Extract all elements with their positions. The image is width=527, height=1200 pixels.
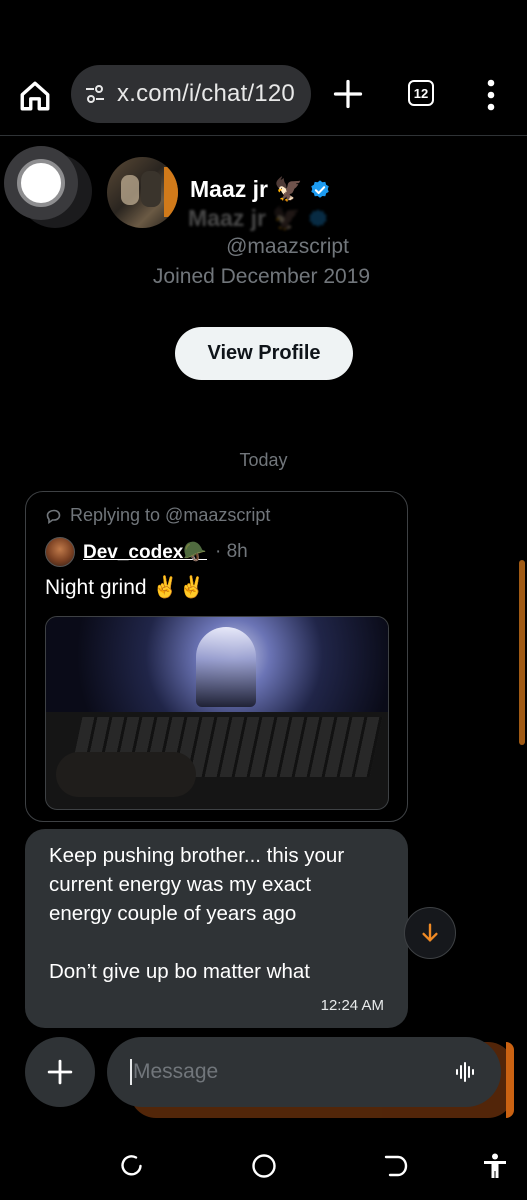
message-line: current energy was my exact [49, 873, 312, 896]
add-attachment-button[interactable] [25, 1037, 95, 1107]
verified-badge-icon [308, 208, 327, 227]
floating-bubble[interactable] [4, 146, 78, 220]
recents-icon[interactable] [118, 1152, 146, 1180]
url-text: x.com/i/chat/120 [117, 80, 295, 107]
home-circle-icon[interactable] [250, 1152, 278, 1180]
scrollbar-thumb[interactable] [519, 560, 525, 745]
verified-badge-icon [310, 179, 329, 198]
text-caret [130, 1059, 132, 1085]
message-timestamp: 12:24 AM [320, 997, 384, 1014]
post-text: Night grind ✌️✌️ [45, 576, 205, 599]
tune-icon[interactable] [83, 82, 107, 106]
message-line: Don’t give up bo matter what [49, 960, 310, 983]
accessibility-icon[interactable] [481, 1152, 509, 1180]
floating-bubble-knob [17, 159, 65, 207]
reply-bubble-icon [46, 509, 61, 524]
message-bubble[interactable]: Keep pushing brother... this your curren… [25, 829, 408, 1028]
scroll-to-bottom-button[interactable] [404, 907, 456, 959]
date-separator: Today [239, 450, 288, 470]
new-tab-plus-icon[interactable] [333, 79, 363, 109]
arrow-down-icon [422, 923, 438, 942]
more-vert-icon[interactable] [484, 79, 498, 111]
profile-display-name: Maaz jr 🦅 [190, 176, 331, 203]
profile-joined-date: Joined December 2019 [152, 265, 371, 288]
view-profile-button[interactable]: View Profile [175, 327, 353, 380]
post-image[interactable] [45, 616, 389, 810]
post-time: · 8h [215, 541, 248, 562]
post-author-avatar[interactable] [45, 537, 75, 567]
plus-icon [47, 1059, 73, 1085]
shared-post-card[interactable]: Replying to @maazscript Dev_codex🪖 · 8h … [25, 491, 408, 822]
eagle-emoji: 🦅 [273, 176, 303, 202]
replying-to-text: Replying to @maazscript [70, 505, 271, 525]
voice-wave-icon[interactable] [455, 1061, 477, 1083]
display-name-text: Maaz jr [190, 176, 268, 202]
display-name-shadow: Maaz jr 🦅 [188, 205, 329, 232]
message-input[interactable] [133, 1060, 433, 1084]
profile-handle: @maazscript [226, 235, 349, 258]
browser-toolbar: x.com/i/chat/120 12 [0, 55, 527, 136]
tab-count-button[interactable]: 12 [408, 80, 434, 106]
profile-avatar[interactable] [107, 157, 178, 228]
home-icon[interactable] [18, 79, 52, 113]
message-line: Keep pushing brother... this your [49, 844, 345, 867]
system-nav-bar [0, 1130, 527, 1200]
message-line: energy couple of years ago [49, 902, 297, 925]
address-bar[interactable]: x.com/i/chat/120 [71, 65, 311, 123]
back-icon[interactable] [382, 1152, 410, 1180]
message-input-container[interactable] [107, 1037, 501, 1107]
replying-to-row: Replying to @maazscript [46, 505, 270, 526]
post-author-row: Dev_codex🪖 · 8h [45, 537, 248, 567]
post-author-name[interactable]: Dev_codex🪖 [83, 540, 207, 564]
